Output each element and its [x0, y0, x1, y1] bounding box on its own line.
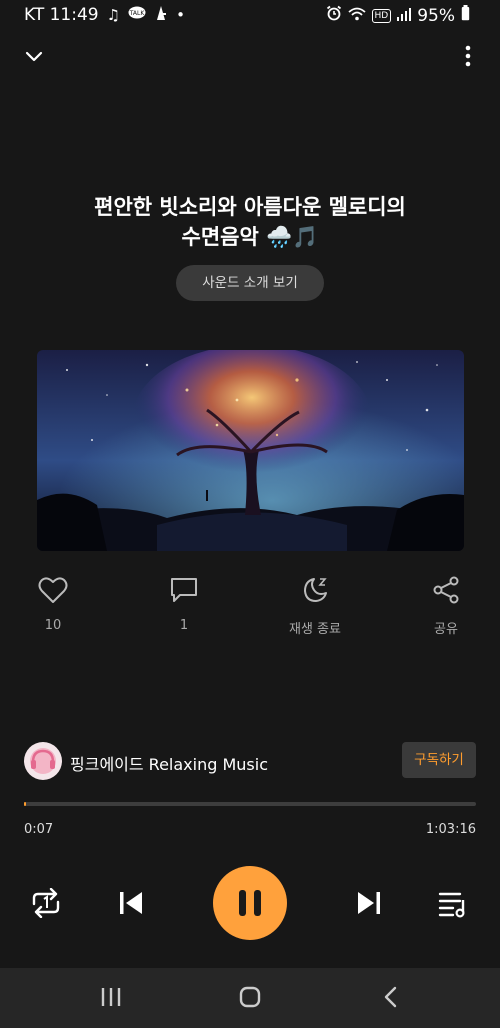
- repeat-icon: [32, 887, 60, 919]
- status-right: HD 95%: [326, 5, 471, 26]
- channel-name[interactable]: 핑크에이드 Relaxing Music: [70, 751, 268, 775]
- progress-fill: [24, 802, 26, 806]
- sleep-timer-label: 재생 종료: [289, 622, 341, 637]
- elapsed-time: 0:07: [24, 822, 54, 837]
- album-art-image: [37, 350, 464, 551]
- hd-voice-icon: HD: [371, 8, 392, 23]
- channel-row: 핑크에이드 Relaxing Music 구독하기: [24, 740, 476, 780]
- total-duration: 1:03:16: [425, 822, 476, 837]
- notification-dot-icon: •: [176, 6, 185, 24]
- like-count: 10: [44, 618, 62, 633]
- app-notification-icon: [154, 5, 168, 25]
- alarm-icon: [326, 5, 342, 26]
- carrier-time: KT 11:49: [24, 5, 99, 25]
- like-button[interactable]: 10: [8, 576, 98, 633]
- status-bar: KT 11:49 ♫ TALK • HD 95%: [0, 0, 500, 32]
- album-art: [37, 350, 464, 551]
- action-row: 10 1 재생 종료 공유: [0, 576, 500, 637]
- track-title-line1: 편안한 빗소리와 아름다운 멜로디의: [94, 195, 406, 219]
- progress-bar[interactable]: [24, 802, 476, 806]
- heart-icon: [38, 577, 68, 603]
- back-button[interactable]: [380, 986, 402, 1012]
- playlist-button[interactable]: [438, 890, 468, 922]
- playback-controls: [0, 866, 500, 942]
- track-title-line2: 수면음악 🌧️🎵: [181, 225, 319, 249]
- battery-percent: 95%: [417, 5, 455, 26]
- signal-icon: [397, 6, 412, 26]
- recent-apps-button[interactable]: [100, 986, 122, 1012]
- repeat-button[interactable]: [30, 887, 62, 922]
- channel-avatar[interactable]: [24, 742, 62, 780]
- recent-apps-icon: [101, 988, 121, 1006]
- home-button[interactable]: [239, 986, 261, 1012]
- talk-icon: TALK: [128, 6, 146, 24]
- music-note-icon: ♫: [106, 6, 121, 24]
- home-icon: [239, 986, 261, 1008]
- share-button[interactable]: 공유: [401, 576, 491, 637]
- comment-button[interactable]: 1: [139, 576, 229, 633]
- pause-icon: [239, 890, 261, 916]
- share-icon: [433, 576, 459, 604]
- chevron-down-icon[interactable]: [24, 46, 44, 66]
- system-nav-bar: [0, 968, 500, 1028]
- comment-count: 1: [179, 618, 189, 633]
- share-label: 공유: [434, 622, 458, 637]
- battery-icon: [461, 5, 470, 26]
- sleep-timer-button[interactable]: 재생 종료: [270, 576, 360, 637]
- playlist-icon: [438, 892, 465, 918]
- more-vert-icon[interactable]: [460, 45, 476, 67]
- wifi-icon: [347, 6, 366, 26]
- previous-button[interactable]: [118, 890, 144, 920]
- moon-sleep-icon: [304, 578, 327, 602]
- svg-text:TALK: TALK: [129, 10, 146, 17]
- subscribe-button[interactable]: 구독하기: [402, 742, 476, 778]
- sound-intro-button[interactable]: 사운드 소개 보기: [176, 265, 324, 301]
- next-button[interactable]: [356, 890, 382, 920]
- next-icon: [358, 892, 380, 914]
- status-left: KT 11:49 ♫ TALK •: [24, 5, 185, 25]
- pause-button[interactable]: [213, 866, 287, 940]
- track-title: 편안한 빗소리와 아름다운 멜로디의 수면음악 🌧️🎵: [0, 192, 500, 252]
- previous-icon: [120, 892, 142, 914]
- back-icon: [384, 986, 397, 1008]
- comment-icon: [171, 578, 197, 602]
